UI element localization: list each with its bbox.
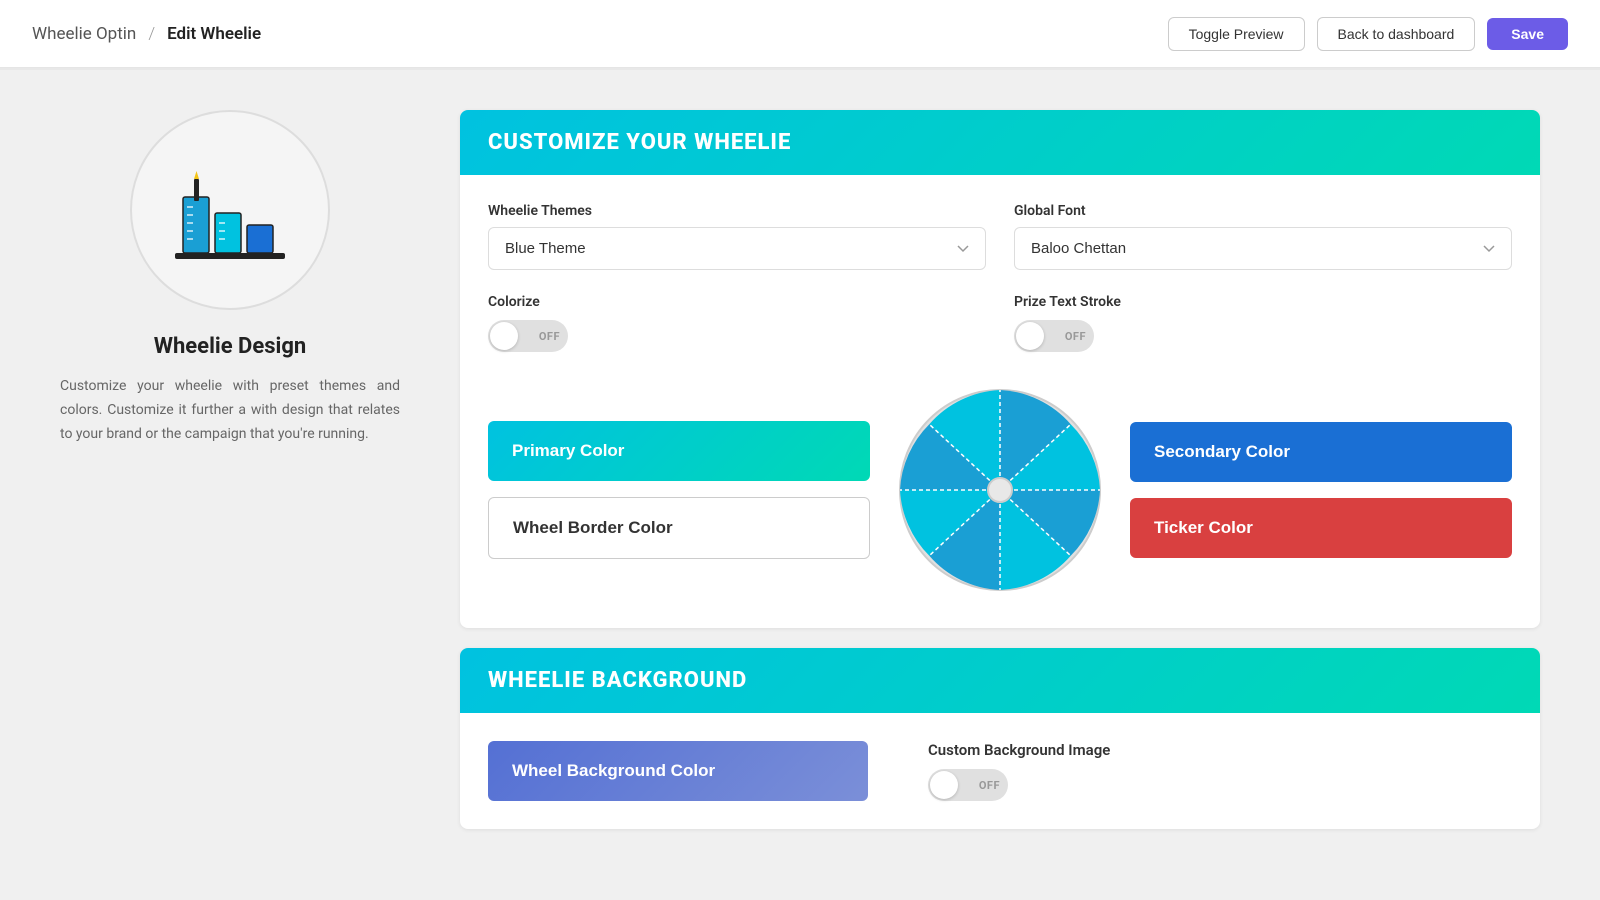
colorize-toggle-knob [490, 322, 518, 350]
colorize-label: Colorize [488, 294, 986, 310]
panel-title: Wheelie Design [154, 334, 307, 359]
avatar-circle [130, 110, 330, 310]
color-left: Primary Color Wheel Border Color [488, 421, 870, 559]
custom-bg-group: Custom Background Image OFF [928, 741, 1110, 801]
back-to-dashboard-button[interactable]: Back to dashboard [1317, 17, 1476, 51]
themes-label: Wheelie Themes [488, 203, 986, 219]
save-button[interactable]: Save [1487, 18, 1568, 50]
background-section-header: WHEELIE BACKGROUND [460, 648, 1540, 713]
colorize-group: Colorize OFF [488, 294, 986, 352]
custom-bg-label: Custom Background Image [928, 741, 1110, 759]
wheelie-icon [165, 145, 295, 275]
custom-bg-toggle-state: OFF [979, 779, 1000, 792]
ticker-color-button[interactable]: Ticker Color [1130, 498, 1512, 558]
background-section-body: Wheel Background Color Custom Background… [460, 713, 1540, 829]
background-section-title: WHEELIE BACKGROUND [488, 668, 747, 693]
themes-select[interactable]: Blue Theme Red Theme Green Theme Custom [488, 227, 986, 270]
font-select[interactable]: Baloo Chettan Arial Roboto Open Sans [1014, 227, 1512, 270]
prize-text-stroke-group: Prize Text Stroke OFF [1014, 294, 1512, 352]
theme-group: Wheelie Themes Blue Theme Red Theme Gree… [488, 203, 986, 270]
toggle-preview-button[interactable]: Toggle Preview [1168, 17, 1305, 51]
font-group: Global Font Baloo Chettan Arial Roboto O… [1014, 203, 1512, 270]
wheel-border-color-button[interactable]: Wheel Border Color [488, 497, 870, 559]
prize-text-stroke-label: Prize Text Stroke [1014, 294, 1512, 310]
prize-text-stroke-toggle-state: OFF [1065, 330, 1086, 343]
customize-section-card: CUSTOMIZE YOUR WHEELIE Wheelie Themes Bl… [460, 110, 1540, 628]
panel-description: Customize your wheelie with preset theme… [60, 375, 400, 446]
font-label: Global Font [1014, 203, 1512, 219]
customize-section-title: CUSTOMIZE YOUR WHEELIE [488, 130, 791, 155]
color-grid: Primary Color Wheel Border Color [488, 380, 1512, 600]
customize-section-body: Wheelie Themes Blue Theme Red Theme Gree… [460, 175, 1540, 628]
prize-text-stroke-toggle[interactable]: OFF [1014, 320, 1094, 352]
secondary-color-button[interactable]: Secondary Color [1130, 422, 1512, 482]
main-content: Wheelie Design Customize your wheelie wi… [0, 70, 1600, 869]
background-section-card: WHEELIE BACKGROUND Wheel Background Colo… [460, 648, 1540, 829]
custom-bg-toggle[interactable]: OFF [928, 769, 1008, 801]
prize-text-stroke-toggle-knob [1016, 322, 1044, 350]
theme-font-row: Wheelie Themes Blue Theme Red Theme Gree… [488, 203, 1512, 270]
app-name: Wheelie Optin [32, 24, 136, 44]
primary-color-button[interactable]: Primary Color [488, 421, 870, 481]
page-header: Wheelie Optin / Edit Wheelie Toggle Prev… [0, 0, 1600, 68]
color-right: Secondary Color Ticker Color [1130, 422, 1512, 558]
customize-section-header: CUSTOMIZE YOUR WHEELIE [460, 110, 1540, 175]
colorize-toggle-state: OFF [539, 330, 560, 343]
wheel-svg [895, 385, 1105, 595]
toggle-row: Colorize OFF Prize Text Stroke OFF [488, 294, 1512, 352]
breadcrumb: Wheelie Optin / Edit Wheelie [32, 24, 261, 44]
colorize-toggle[interactable]: OFF [488, 320, 568, 352]
breadcrumb-separator: / [148, 24, 155, 44]
left-panel: Wheelie Design Customize your wheelie wi… [60, 110, 400, 829]
wheel-preview [890, 380, 1110, 600]
custom-bg-toggle-knob [930, 771, 958, 799]
wheel-background-color-button[interactable]: Wheel Background Color [488, 741, 868, 801]
page-title: Edit Wheelie [167, 24, 261, 44]
right-panel: CUSTOMIZE YOUR WHEELIE Wheelie Themes Bl… [460, 110, 1540, 829]
header-actions: Toggle Preview Back to dashboard Save [1168, 17, 1568, 51]
